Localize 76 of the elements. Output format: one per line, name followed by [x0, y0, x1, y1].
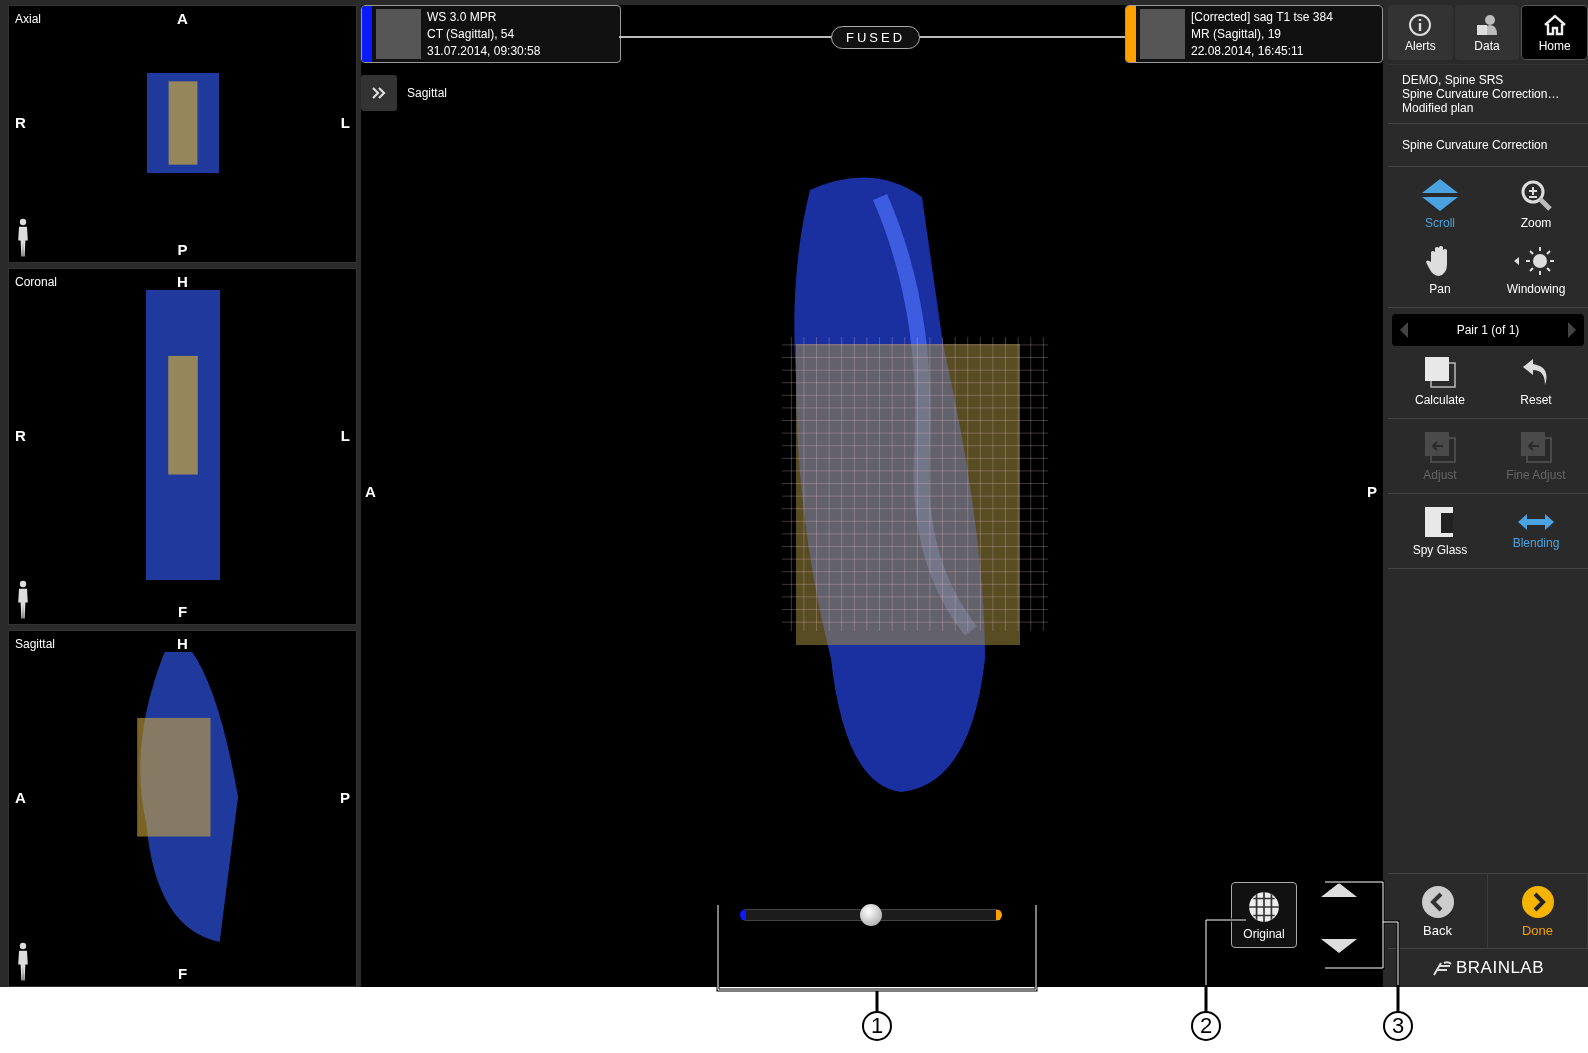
footer-button[interactable]: Back	[1388, 874, 1488, 948]
orientation-label: R	[15, 426, 26, 444]
slider-thumb[interactable]	[860, 904, 882, 926]
tool-button[interactable]: Zoom	[1488, 173, 1584, 235]
series-thumbnail-placeholder	[376, 9, 421, 59]
orientation-label: P	[1367, 483, 1377, 500]
person-document-icon	[1475, 12, 1499, 37]
body-orientation-icon	[15, 942, 31, 982]
orientation-label: H	[177, 273, 188, 290]
patient-info-text: Spine Curvature Correction…	[1402, 87, 1561, 101]
viewport-panel[interactable]: Sagittal H A P F	[8, 630, 357, 987]
nav-button[interactable]: Home	[1521, 5, 1588, 60]
orientation-label: H	[177, 635, 188, 652]
back-chevron-icon	[1420, 884, 1455, 919]
series-thumbnail-placeholder	[1140, 9, 1185, 59]
nav-button[interactable]: Alerts	[1388, 5, 1453, 60]
viewport-panel[interactable]: Coronal H R L F	[8, 268, 357, 625]
orientation-label: A	[15, 788, 26, 806]
down-triangle-icon	[1321, 939, 1357, 953]
workflow-step-title: Spine Curvature Correction	[1402, 138, 1548, 152]
image-series-card[interactable]: [Corrected] sag T1 tse 384 MR (Sagittal), 19 22.08.2014, 16:45:11	[1125, 5, 1383, 63]
overlapping-squares-icon	[1423, 355, 1457, 389]
view-label: Sagittal	[15, 636, 57, 651]
orientation-label: A	[177, 10, 188, 27]
up-triangle-icon	[1321, 883, 1357, 897]
orientation-label: L	[340, 426, 350, 444]
body-orientation-icon	[15, 218, 31, 258]
series-modality: MR (Sagittal), 19	[1191, 25, 1283, 43]
brand-logo-icon	[1431, 960, 1452, 976]
expand-button[interactable]	[361, 75, 397, 111]
orientation-label: A	[365, 483, 376, 500]
footer-button[interactable]: Done	[1488, 874, 1588, 948]
up-down-arrows-icon	[1422, 178, 1458, 212]
view-label: Axial	[15, 11, 42, 26]
nav-button[interactable]: Data	[1454, 5, 1520, 60]
orientation-label: R	[15, 114, 26, 131]
orientation-label: F	[177, 603, 188, 620]
image-series-card[interactable]: WS 3.0 MPR CT (Sagittal), 54 31.07.2014, 09:30:58	[361, 5, 621, 63]
orientation-label: P	[177, 241, 188, 258]
orientation-label: L	[340, 114, 350, 131]
orientation-label: F	[177, 965, 188, 982]
series-modality: CT (Sagittal), 54	[427, 25, 516, 43]
callout-number: 2	[1191, 1011, 1221, 1041]
zoom-icon	[1519, 178, 1553, 212]
tool-button[interactable]: Windowing	[1488, 239, 1584, 301]
series-title: WS 3.0 MPR	[427, 8, 498, 26]
main-viewport[interactable]: WS 3.0 MPR CT (Sagittal), 54 31.07.2014, 09:30:58 [Corrected] sag T1 tse 384 MR (Sagittal), 19 22.08.2014, 16:45:11 FUSED Sagittal A P Original	[361, 5, 1383, 987]
body-orientation-icon	[15, 580, 31, 620]
series-title: [Corrected] sag T1 tse 384	[1191, 8, 1333, 26]
adjust-squares-icon	[1519, 430, 1553, 464]
tool-button[interactable]: Pan	[1392, 239, 1488, 301]
forward-chevron-icon	[1520, 884, 1555, 919]
tool-button[interactable]: Reset	[1488, 350, 1584, 412]
callout-number: 1	[862, 1011, 892, 1041]
view-label: Sagittal	[407, 86, 449, 100]
adjust-squares-icon	[1423, 430, 1457, 464]
double-arrow-icon	[1518, 512, 1554, 532]
callout-number: 3	[1383, 1011, 1413, 1041]
tool-button[interactable]: Spy Glass	[1392, 500, 1488, 562]
patient-info-text: DEMO, Spine SRS	[1402, 73, 1505, 87]
tool-button[interactable]: Calculate	[1392, 350, 1488, 412]
info-icon	[1408, 12, 1433, 37]
view-label: Coronal	[15, 274, 59, 289]
double-chevron-icon	[371, 87, 387, 99]
fused-badge: FUSED	[831, 26, 921, 49]
original-button[interactable]: Original	[1231, 882, 1297, 948]
tool-button[interactable]: Scroll	[1392, 173, 1488, 235]
home-icon	[1542, 12, 1567, 37]
brand-name: BRAINLAB	[1455, 958, 1545, 978]
series-date: 22.08.2014, 16:45:11	[1191, 42, 1305, 60]
orientation-label: P	[339, 788, 350, 806]
globe-icon	[1247, 889, 1281, 924]
viewport-panel[interactable]: Axial A R L P	[8, 5, 357, 263]
tool-button[interactable]: Blending	[1488, 500, 1584, 562]
series-date: 31.07.2014, 09:30:58	[427, 42, 541, 60]
patient-info-text: Modified plan	[1402, 101, 1475, 115]
